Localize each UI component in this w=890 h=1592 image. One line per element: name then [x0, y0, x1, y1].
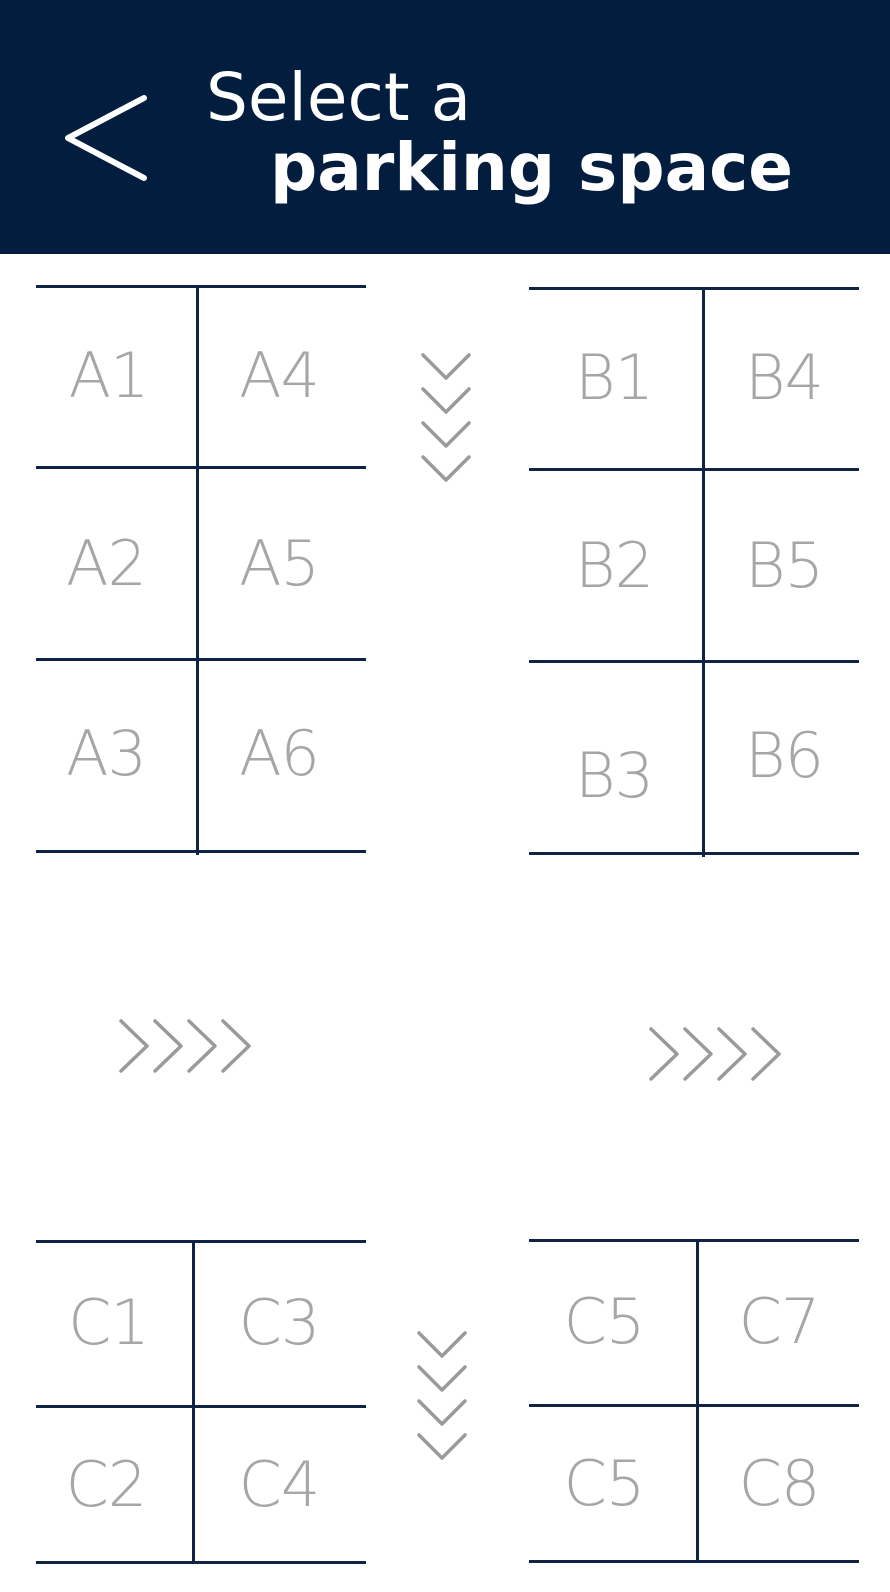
- parking-lot-c-left: C1 C2 C3 C4: [36, 1240, 366, 1565]
- lot-divider: [529, 1239, 859, 1242]
- parking-space-c1[interactable]: C1: [36, 1245, 181, 1400]
- parking-space-a5[interactable]: A5: [204, 471, 354, 656]
- chevron-left-icon: [65, 95, 147, 181]
- parking-space-c2[interactable]: C2: [36, 1410, 176, 1558]
- parking-lot-b: B1 B2 B3 B4 B5 B6: [529, 287, 859, 857]
- lot-divider: [36, 285, 366, 288]
- parking-lot-a: A1 A2 A3 A4 A5 A6: [36, 285, 366, 855]
- page-title-line1: Select a: [206, 59, 472, 136]
- parking-space-b6[interactable]: B6: [709, 663, 859, 848]
- lot-divider: [529, 287, 859, 290]
- parking-space-b3[interactable]: B3: [539, 683, 689, 868]
- parking-space-c4[interactable]: C4: [204, 1410, 354, 1558]
- parking-space-b2[interactable]: B2: [539, 473, 689, 658]
- lot-divider: [36, 466, 366, 469]
- parking-space-c5[interactable]: C5: [529, 1244, 679, 1399]
- parking-space-b5[interactable]: B5: [709, 473, 859, 658]
- parking-space-b1[interactable]: B1: [539, 292, 689, 462]
- parking-space-c7[interactable]: C7: [704, 1244, 854, 1399]
- parking-lot-c-right: C5 C5 C7 C8: [529, 1239, 859, 1564]
- lot-center-line: [196, 285, 199, 855]
- lot-center-line: [702, 287, 705, 857]
- lot-divider: [36, 1561, 366, 1564]
- lot-divider: [36, 1240, 366, 1243]
- parking-space-a2[interactable]: A2: [36, 471, 176, 656]
- page-title-line2: parking space: [270, 129, 794, 206]
- parking-space-a4[interactable]: A4: [204, 290, 354, 460]
- chevrons-down-icon: [420, 352, 472, 488]
- lot-divider: [529, 468, 859, 471]
- parking-space-a6[interactable]: A6: [204, 661, 354, 846]
- lot-center-line: [696, 1241, 699, 1563]
- parking-space-b4[interactable]: B4: [709, 292, 859, 462]
- parking-space-c8[interactable]: C8: [704, 1409, 854, 1557]
- lot-divider: [36, 850, 366, 853]
- lot-center-line: [192, 1240, 195, 1564]
- parking-space-c5-lower[interactable]: C5: [529, 1409, 679, 1557]
- parking-space-a1[interactable]: A1: [36, 290, 181, 460]
- back-button[interactable]: [60, 92, 156, 184]
- chevrons-right-icon: [118, 1018, 254, 1074]
- parking-space-c3[interactable]: C3: [204, 1245, 354, 1400]
- app-header: Select a parking space: [0, 0, 890, 254]
- lot-divider: [529, 1404, 859, 1407]
- lot-divider: [529, 1560, 859, 1563]
- parking-space-a3[interactable]: A3: [36, 661, 176, 846]
- lot-divider: [36, 1405, 366, 1408]
- chevrons-down-icon: [416, 1330, 468, 1466]
- chevrons-right-icon: [648, 1026, 784, 1082]
